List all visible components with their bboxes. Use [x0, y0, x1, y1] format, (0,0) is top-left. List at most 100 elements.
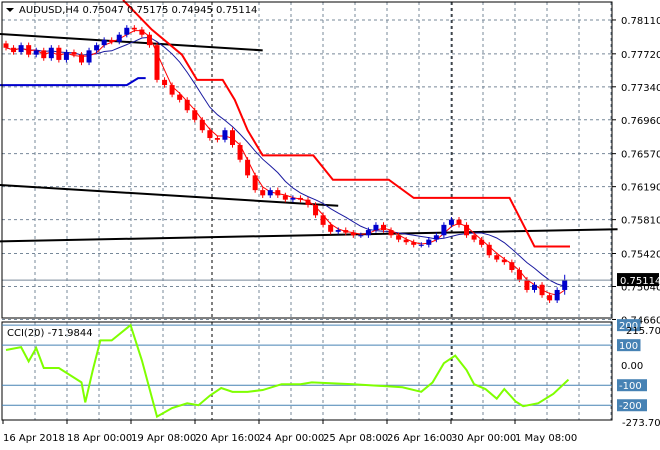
current-price-label: 0.75114 — [620, 276, 660, 287]
candle-body — [207, 130, 213, 139]
candle-body — [343, 230, 349, 233]
time-label: 30 Apr 00:00 — [451, 433, 516, 444]
cci-title: CCI(20) -71.9844 — [7, 328, 93, 339]
candle-body — [501, 259, 507, 263]
cci-level-label: -100 — [619, 381, 642, 392]
candle-body — [109, 39, 115, 42]
candle-body — [41, 50, 47, 59]
candle-body — [381, 224, 386, 231]
candle-body — [11, 47, 17, 53]
price-label: 0.75420 — [621, 249, 660, 260]
cci-top-label: 215.7097 — [626, 326, 660, 337]
chart-header: AUDUSD,H4 0.75047 0.75175 0.74945 0.7511… — [19, 5, 257, 16]
candle-body — [3, 43, 9, 48]
candle-body — [388, 230, 394, 236]
candle-body — [139, 29, 145, 35]
candle-body — [297, 197, 303, 200]
candle-body — [154, 45, 160, 80]
candle-body — [116, 34, 122, 42]
time-label: 1 May 08:00 — [515, 433, 577, 444]
candle-body — [177, 94, 183, 100]
candle-body — [411, 242, 417, 245]
price-label: 0.77340 — [621, 83, 660, 94]
candle-body — [433, 235, 439, 240]
candle-body — [516, 269, 522, 280]
candle-body — [56, 47, 62, 60]
candle-body — [547, 295, 553, 301]
time-label: 19 Apr 08:00 — [131, 433, 196, 444]
blue-step-line — [0, 77, 146, 87]
candle-body — [486, 244, 492, 256]
candle-body — [275, 190, 281, 196]
trendline — [0, 228, 618, 243]
candle-body — [494, 255, 500, 260]
candle-body — [305, 199, 311, 205]
candle-body — [282, 195, 288, 200]
dropdown-triangle-icon — [6, 8, 14, 12]
candle-body — [539, 284, 545, 296]
candle-body — [192, 110, 198, 120]
candle-body — [365, 230, 371, 236]
cci-level-label: 100 — [619, 341, 638, 352]
candle-body — [335, 230, 341, 232]
candle-body — [169, 85, 175, 95]
candle-body — [426, 239, 432, 245]
candle-body — [252, 175, 258, 191]
candle-body — [162, 79, 168, 86]
price-label: 0.75810 — [621, 216, 660, 227]
time-label: 24 Apr 00:00 — [259, 433, 324, 444]
candle-body — [184, 99, 190, 111]
time-label: 18 Apr 00:00 — [67, 433, 132, 444]
candle-body — [131, 27, 137, 30]
price-label: 0.76570 — [621, 150, 660, 161]
candle-body — [418, 244, 424, 246]
candle-body — [79, 54, 84, 63]
candle-body — [441, 224, 447, 236]
candle-body — [18, 45, 24, 53]
candle-body — [373, 224, 379, 231]
candle-body — [396, 235, 402, 240]
chart-canvas[interactable]: 0.78110 0.77720 0.77340 0.76960 0.76570 0.761… — [0, 0, 660, 450]
cci-level-label: -200 — [619, 401, 642, 412]
candle-body — [101, 39, 107, 46]
candle-body — [448, 219, 454, 225]
candle-body — [71, 52, 77, 55]
candle-body — [532, 284, 537, 290]
candle-body — [26, 45, 32, 55]
candle-body — [94, 45, 100, 51]
candle-body — [562, 280, 568, 290]
candle-body — [260, 190, 266, 196]
price-label: 0.76190 — [621, 183, 660, 194]
candle-body — [245, 159, 251, 176]
candle-body — [554, 289, 560, 301]
candle-body — [146, 34, 152, 46]
candle-body — [267, 190, 273, 196]
red-step-line — [122, 0, 570, 248]
candle-body — [509, 262, 515, 270]
candle-body — [403, 239, 409, 243]
time-label: 25 Apr 08:00 — [323, 433, 388, 444]
time-label: 20 Apr 16:00 — [195, 433, 260, 444]
candle-body — [358, 235, 364, 237]
candle-body — [320, 215, 326, 225]
candle-body — [471, 235, 477, 240]
time-label: 26 Apr 16:00 — [387, 433, 452, 444]
candle-body — [63, 52, 69, 60]
fast-moving-average — [5, 30, 565, 296]
candle-body — [350, 232, 356, 236]
candle-body — [328, 224, 334, 232]
price-label: 0.77720 — [621, 50, 660, 61]
chart-window: 0.78110 0.77720 0.77340 0.76960 0.76570 0.761… — [0, 0, 660, 450]
candle-body — [524, 279, 530, 290]
candle-body — [290, 197, 296, 200]
candle-body — [313, 204, 319, 216]
price-label: 0.78110 — [621, 16, 660, 27]
candle-body — [86, 50, 92, 63]
cci-bottom-label: -273.701 — [622, 418, 660, 429]
trendline — [0, 32, 263, 52]
candle-body — [124, 27, 130, 35]
candle-body — [230, 130, 235, 145]
slow-moving-average — [5, 36, 565, 287]
candle-body — [479, 239, 485, 245]
candle-body — [199, 119, 205, 131]
